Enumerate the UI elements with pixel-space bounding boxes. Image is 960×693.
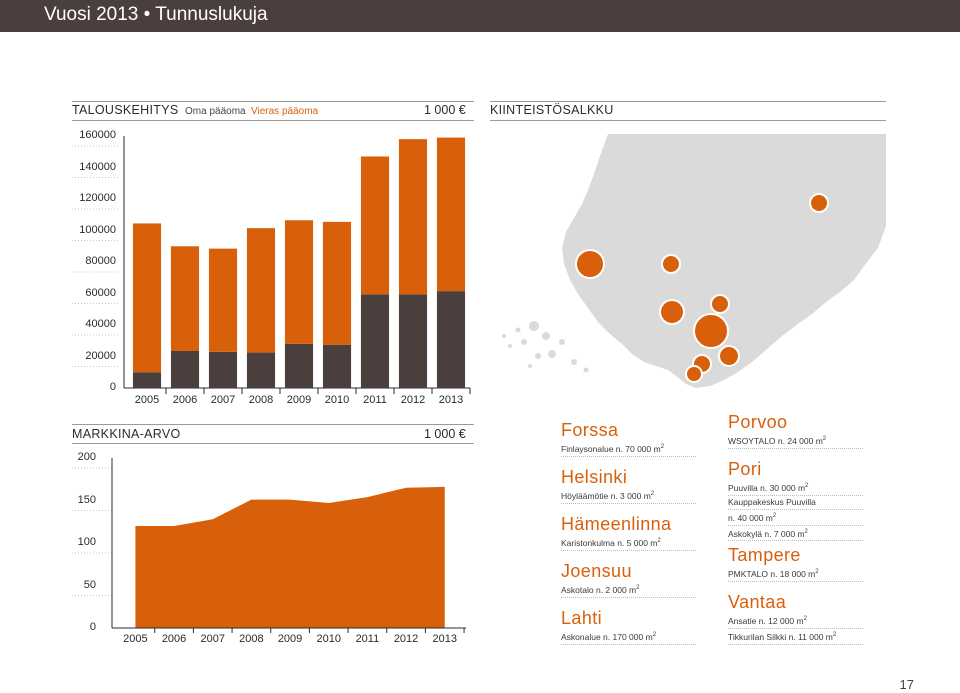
location-detail: n. 40 000 m2	[728, 510, 863, 526]
hameenlinna-marker	[710, 294, 730, 314]
location-pori: Pori Puuvilla n. 30 000 m2 Kauppakeskus Pu…	[728, 459, 863, 542]
archipelago	[502, 321, 589, 373]
area-x-tick-label: 2009	[277, 633, 303, 645]
location-name: Lahti	[561, 608, 603, 628]
location-name: Porvoo	[728, 412, 788, 432]
location-name: Hämeenlinna	[561, 514, 672, 534]
location-detail: Ansatie n. 12 000 m2	[728, 613, 863, 629]
location-helsinki: Helsinki Höyläämötie n. 3 000 m2	[561, 467, 696, 504]
area-x-tick-label: 2013	[432, 633, 457, 645]
location-name: Helsinki	[561, 467, 628, 487]
location-joensuu: Joensuu Askotalo n. 2 000 m2	[561, 561, 696, 598]
location-porvoo: Porvoo WSOYTALO n. 24 000 m2	[728, 412, 863, 449]
market-area	[135, 486, 445, 628]
portfolio-title: KIINTEISTÖSALKKU	[490, 103, 614, 117]
area-x-tick-label: 2011	[355, 633, 380, 645]
pori-marker	[575, 249, 605, 279]
area-x-tick-label: 2006	[161, 633, 187, 645]
location-detail: PMKTALO n. 18 000 m2	[728, 566, 863, 582]
location-detail: Puuvilla n. 30 000 m2	[728, 480, 863, 496]
location-detail: WSOYTALO n. 24 000 m2	[728, 433, 863, 449]
location-detail: Höyläämötie n. 3 000 m2	[561, 488, 696, 504]
location-name: Joensuu	[561, 561, 632, 581]
location-detail: Finlaysonalue n. 70 000 m2	[561, 441, 696, 457]
area-x-tick-label: 2010	[316, 633, 341, 645]
location-name: Pori	[728, 459, 762, 479]
joensuu-marker	[809, 193, 829, 213]
portfolio-header-rule	[490, 120, 886, 121]
location-detail: Askokylä n. 7 000 m2	[728, 526, 863, 542]
finland-map	[502, 134, 886, 388]
lahti-marker	[659, 299, 685, 325]
portfolio-top-rule	[490, 101, 886, 102]
location-detail: Tikkurilan Silkki n. 11 000 m2	[728, 629, 863, 645]
location-name: Tampere	[728, 545, 801, 565]
location-vantaa: Vantaa Ansatie n. 12 000 m2 Tikkurilan Sil…	[728, 592, 863, 645]
location-tampere: Tampere PMKTALO n. 18 000 m2	[728, 545, 863, 582]
location-detail: Askonalue n. 170 000 m2	[561, 629, 696, 645]
area-x-tick-label: 2008	[239, 633, 264, 645]
tampere-marker	[661, 254, 681, 274]
location-name: Vantaa	[728, 592, 787, 612]
porvoo-marker	[718, 345, 740, 367]
page-number: 17	[899, 677, 914, 692]
location-hameenlinna: Hämeenlinna Karistonkulma n. 5 000 m2	[561, 514, 696, 551]
helsinki-marker	[685, 365, 703, 383]
area-x-tick-label: 2007	[200, 633, 225, 645]
location-detail: Karistonkulma n. 5 000 m2	[561, 535, 696, 551]
area-x-tick-label: 2005	[123, 633, 148, 645]
location-forssa: Forssa Finlaysonalue n. 70 000 m2	[561, 420, 696, 457]
location-name: Forssa	[561, 420, 619, 440]
area-x-tick-label: 2012	[393, 633, 419, 645]
lahti-large-marker	[693, 313, 729, 349]
location-detail: Askotalo n. 2 000 m2	[561, 582, 696, 598]
location-detail: Kauppakeskus Puuvilla	[728, 496, 863, 510]
location-lahti: Lahti Askonalue n. 170 000 m2	[561, 608, 696, 645]
